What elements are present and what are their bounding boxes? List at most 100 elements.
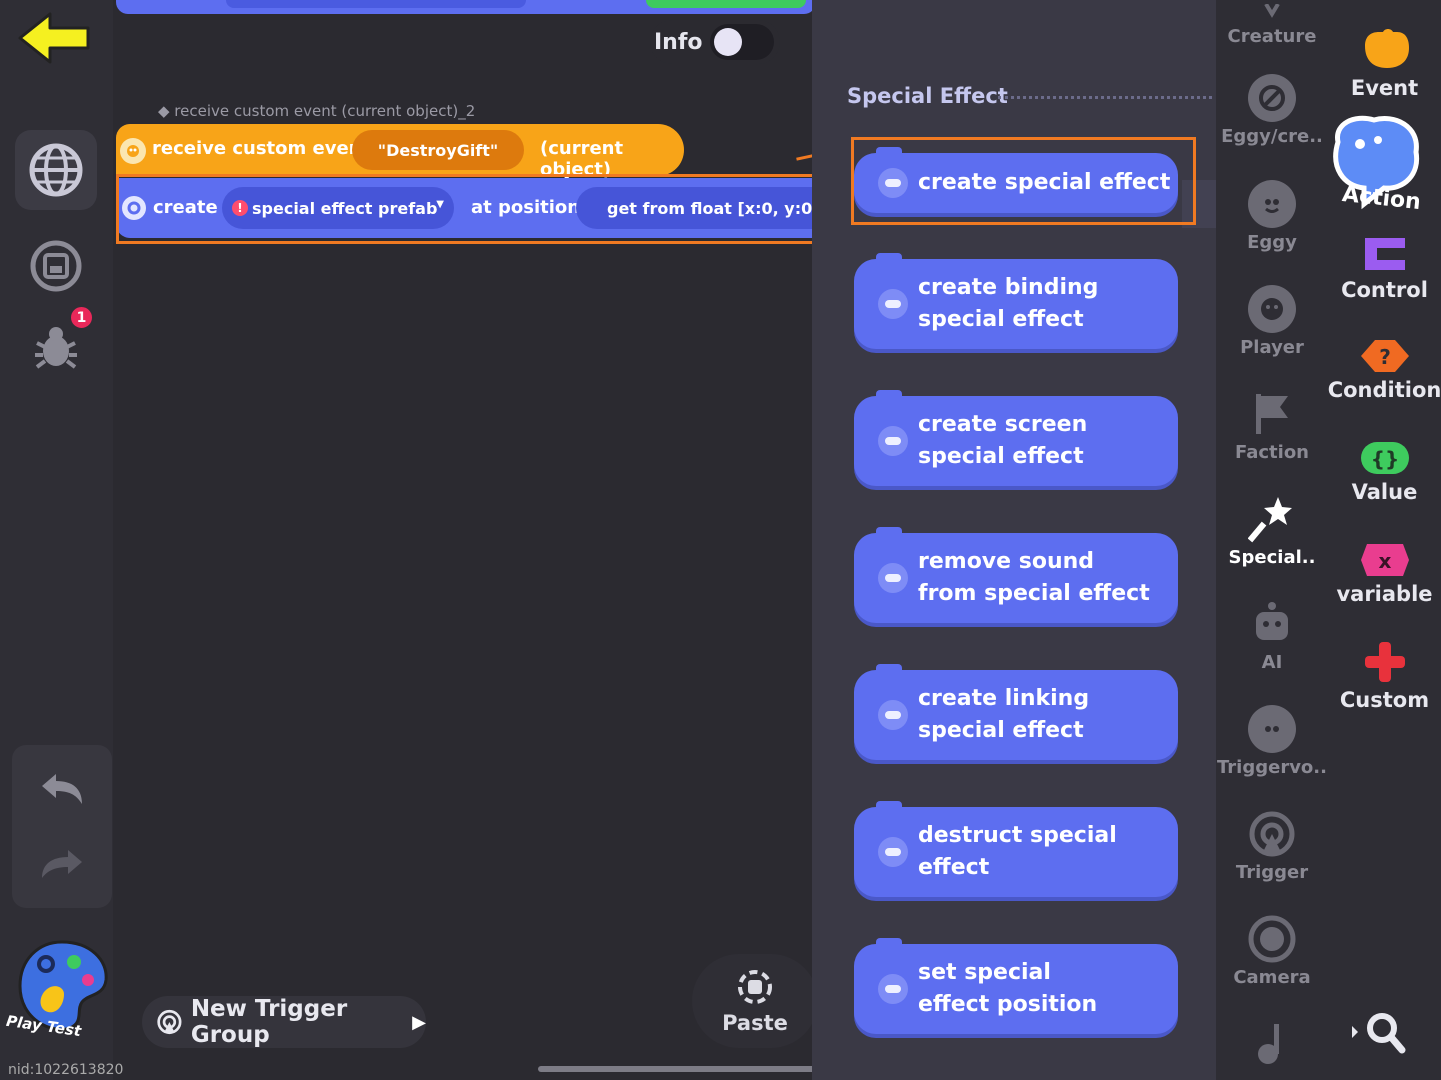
info-toggle[interactable] [710, 24, 774, 60]
flag-icon [1256, 394, 1288, 434]
player-icon [1248, 285, 1296, 333]
event-name-input[interactable]: "DestroyGift" [352, 130, 524, 170]
category-ai[interactable]: AI [1216, 600, 1328, 673]
zoom-search-button[interactable] [1348, 1008, 1412, 1056]
back-arrow-icon[interactable] [16, 8, 96, 68]
globe-icon[interactable] [15, 130, 97, 210]
palette-block-label: create binding special effect [918, 275, 1099, 332]
save-icon[interactable] [24, 236, 88, 296]
type-label: Condition [1327, 378, 1441, 402]
type-variable[interactable]: x variable [1328, 542, 1441, 606]
block-icon [878, 563, 908, 593]
category-label: Eggy [1247, 232, 1297, 253]
info-toggle-container: Info [650, 20, 780, 64]
palette-block-label: remove sound from special effect [918, 549, 1150, 606]
type-label: Event [1350, 76, 1419, 100]
block-icon [878, 426, 908, 456]
type-label: variable [1336, 582, 1433, 606]
category-trigger-volume[interactable]: Triggervo.. [1216, 705, 1328, 778]
trigger-icon [1249, 811, 1295, 857]
undo-icon[interactable] [32, 765, 92, 815]
event-caption: ◆ receive custom event (current object)_… [158, 102, 476, 120]
category-label: Eggy/cre.. [1221, 126, 1323, 147]
paste-button[interactable]: Paste [692, 954, 818, 1048]
svg-text:{}: {} [1370, 447, 1398, 471]
palette-block-destruct[interactable]: destruct special effect [854, 801, 1178, 897]
partial-block-slot [226, 0, 526, 8]
palette-block-create-linking[interactable]: create linking special effect [854, 664, 1178, 760]
control-icon [1364, 238, 1405, 270]
camera-icon [1248, 915, 1296, 963]
palette-block-label: create linking special effect [918, 686, 1090, 743]
category-player[interactable]: Player [1216, 285, 1328, 358]
block-icon [878, 289, 908, 319]
search-icon [1352, 1013, 1406, 1054]
paste-label: Paste [722, 1011, 788, 1035]
palette-block-create-binding[interactable]: create binding special effect [854, 253, 1178, 349]
highlight-action-block [116, 174, 836, 244]
category-camera[interactable]: Camera [1216, 915, 1328, 988]
palette-block-label: destruct special effect [918, 823, 1117, 880]
creature-icon [1264, 4, 1280, 18]
type-value[interactable]: {} Value [1328, 440, 1441, 504]
svg-text:?: ? [1379, 345, 1391, 369]
type-event[interactable]: Event [1328, 28, 1441, 100]
value-icon: {} [1360, 442, 1409, 474]
new-trigger-group-label: New Trigger Group [190, 996, 348, 1048]
trigger-group-icon [157, 1009, 182, 1035]
category-label: Camera [1233, 967, 1311, 988]
new-trigger-group-button[interactable]: New Trigger Group ▶ [142, 996, 426, 1048]
palette-block-label: set special effect position [918, 960, 1098, 1017]
partial-block-slot-green [646, 0, 806, 8]
event-block-icon [120, 138, 146, 164]
category-special-effect[interactable]: Special.. [1216, 495, 1328, 568]
category-label: Trigger [1235, 862, 1309, 883]
music-note-icon [1258, 1024, 1279, 1064]
category-label: Triggervo.. [1217, 757, 1327, 778]
variable-icon: x [1360, 544, 1409, 576]
type-control[interactable]: Control [1328, 234, 1441, 302]
block-icon [878, 974, 908, 1004]
event-block-label: receive custom event: [152, 138, 378, 159]
receive-custom-event-block[interactable]: receive custom event: "DestroyGift" (cur… [116, 124, 684, 180]
type-label: Custom [1339, 688, 1430, 712]
chevron-right-icon: ▶ [412, 1011, 426, 1033]
undo-redo-panel [12, 745, 112, 908]
palette-section-title: Special Effect [847, 84, 1008, 108]
palette-block-label: create screen special effect [918, 412, 1088, 469]
category-label: AI [1261, 652, 1283, 673]
category-trigger[interactable]: Trigger [1216, 810, 1328, 883]
eggy-icon [1248, 180, 1296, 228]
category-audio[interactable] [1216, 1020, 1328, 1068]
event-icon [1364, 29, 1409, 68]
category-creature[interactable]: Creature [1216, 4, 1328, 47]
block-icon [878, 700, 908, 730]
category-eggy[interactable]: Eggy [1216, 180, 1328, 253]
highlight-palette-block [851, 137, 1196, 225]
plus-icon [1364, 642, 1405, 682]
type-custom[interactable]: Custom [1328, 640, 1441, 712]
node-id: nid:1022613820 [8, 1062, 124, 1078]
category-label: Creature [1227, 26, 1317, 47]
category-eggy-creature[interactable]: Eggy/cre.. [1216, 74, 1328, 147]
redo-icon[interactable] [32, 835, 92, 885]
trigger-volume-icon [1248, 705, 1296, 753]
condition-icon: ? [1360, 340, 1409, 372]
category-label: Faction [1234, 442, 1309, 463]
palette-block-set-position[interactable]: set special effect position [854, 938, 1178, 1034]
partial-block-top[interactable] [116, 0, 816, 14]
type-condition[interactable]: ? Condition [1328, 338, 1441, 402]
type-label: Control [1341, 278, 1428, 302]
paste-icon [738, 970, 772, 1004]
svg-text:x: x [1378, 549, 1391, 573]
section-divider [998, 96, 1212, 99]
toggle-knob [714, 28, 742, 56]
robot-icon [1256, 602, 1288, 640]
palette-block-create-screen[interactable]: create screen special effect [854, 390, 1178, 486]
info-label: Info [654, 29, 703, 55]
magic-wand-icon [1248, 497, 1292, 543]
type-label: Value [1351, 480, 1418, 504]
palette-block-remove-sound[interactable]: remove sound from special effect [854, 527, 1178, 623]
category-label: Player [1240, 337, 1304, 358]
category-faction[interactable]: Faction [1216, 390, 1328, 463]
